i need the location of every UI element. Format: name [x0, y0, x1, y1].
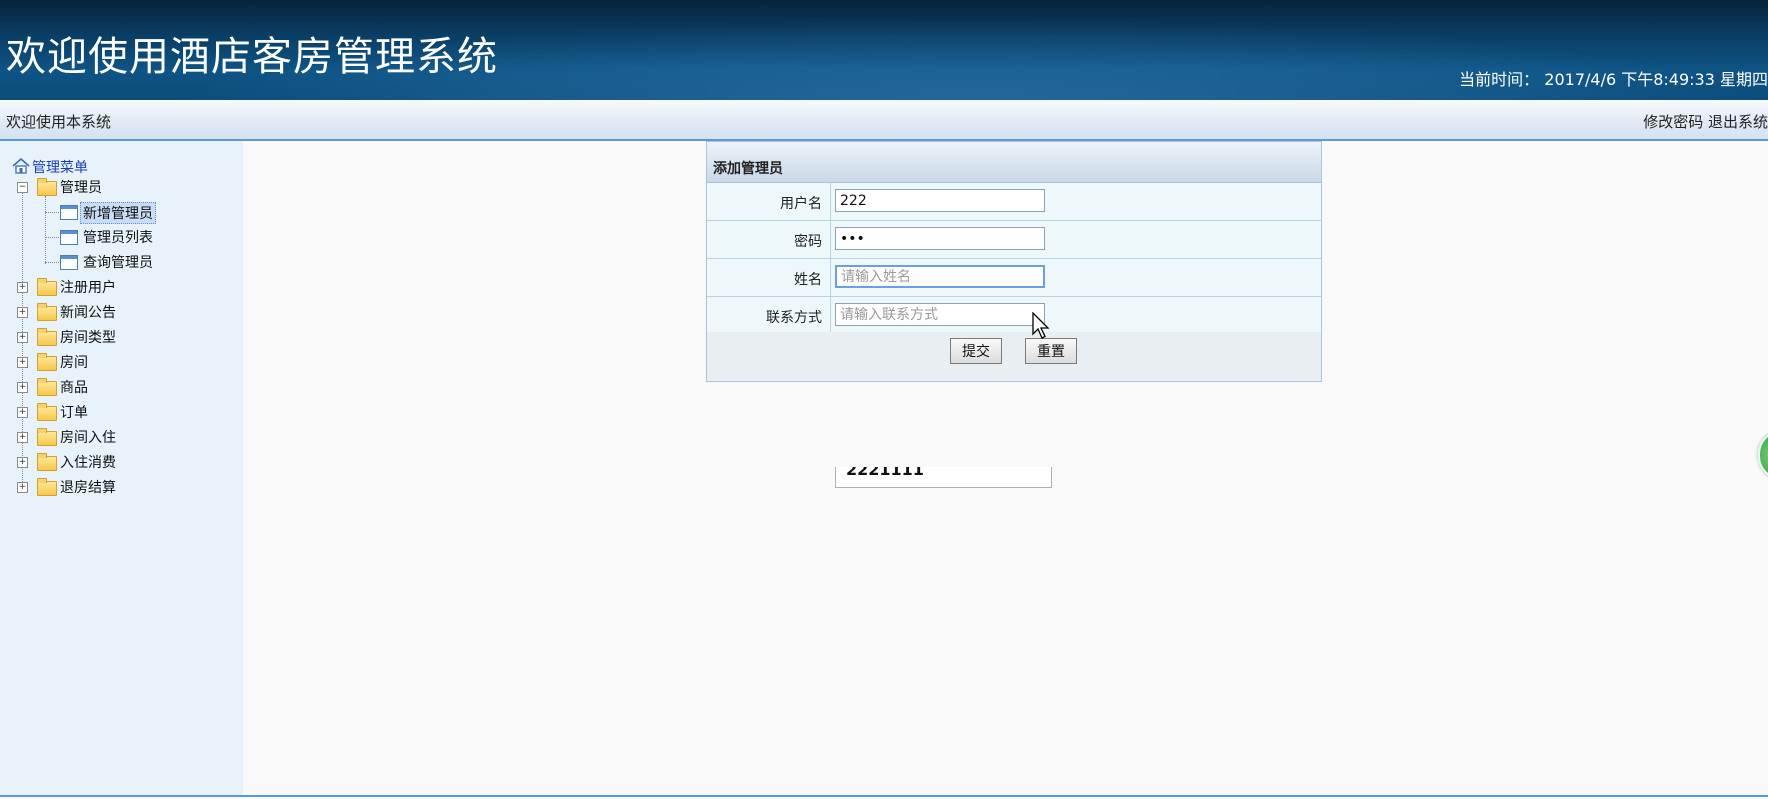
- expand-icon[interactable]: +: [17, 457, 28, 468]
- name-input[interactable]: [835, 265, 1045, 288]
- form-row-username: 用户名: [707, 183, 1321, 221]
- autocomplete-dropdown[interactable]: 2221111: [835, 467, 1052, 488]
- expand-icon[interactable]: +: [17, 407, 28, 418]
- sidebar-group-label: 新闻公告: [60, 305, 116, 321]
- sidebar-group-label: 房间入住: [60, 430, 116, 446]
- form-row-name: 姓名: [707, 259, 1321, 297]
- home-icon: [12, 158, 30, 174]
- folder-icon: [37, 328, 57, 346]
- submit-button[interactable]: 提交: [950, 338, 1002, 364]
- folder-icon: [37, 353, 57, 371]
- sidebar-group-admin[interactable]: − 管理员: [17, 177, 217, 197]
- sidebar-group-label: 房间类型: [60, 330, 116, 346]
- expand-icon[interactable]: +: [17, 357, 28, 368]
- username-input[interactable]: [835, 189, 1045, 212]
- expand-icon[interactable]: +: [17, 482, 28, 493]
- sidebar-menu: 管理菜单 − 管理员 新增管理员 管理员列表 查询管理员 + 注册用户 + 新闻…: [0, 141, 243, 795]
- expand-icon[interactable]: +: [17, 332, 28, 343]
- page-icon: [60, 230, 78, 245]
- app-header: 欢迎使用酒店客房管理系统 当前时间： 2017/4/6 下午8:49:33 星期…: [0, 0, 1768, 100]
- sidebar-group-label: 管理员: [60, 180, 102, 196]
- folder-icon: [37, 178, 57, 196]
- user-links: 修改密码 退出系统: [1643, 111, 1768, 132]
- form-header: 添加管理员: [707, 142, 1321, 183]
- field-label: 姓名: [794, 272, 822, 288]
- form-title: 添加管理员: [713, 161, 783, 177]
- sidebar-group-room-types[interactable]: + 房间类型: [17, 327, 217, 347]
- page-icon: [60, 255, 78, 270]
- sidebar-group-label: 商品: [60, 380, 88, 396]
- add-admin-form: 添加管理员 用户名 密码 姓名 联系方式 提交 重置: [706, 141, 1322, 382]
- sidebar-group-stay-consumption[interactable]: + 入住消费: [17, 452, 217, 472]
- sidebar-item-label: 新增管理员: [80, 202, 156, 224]
- current-time: 当前时间： 2017/4/6 下午8:49:33 星期四: [1459, 66, 1768, 90]
- tree-connector: [45, 262, 59, 263]
- logout-link[interactable]: 退出系统: [1708, 113, 1768, 131]
- sidebar-item-add-admin[interactable]: 新增管理员: [45, 202, 225, 224]
- floating-assistant-icon[interactable]: [1758, 430, 1768, 480]
- label-cell: 用户名: [707, 183, 831, 220]
- password-input[interactable]: [835, 227, 1045, 250]
- sidebar-group-label: 订单: [60, 405, 88, 421]
- folder-icon: [37, 428, 57, 446]
- form-row-contact: 联系方式: [707, 297, 1321, 335]
- sidebar-group-label: 房间: [60, 355, 88, 371]
- folder-icon: [37, 378, 57, 396]
- change-password-link[interactable]: 修改密码: [1643, 113, 1703, 131]
- folder-icon: [37, 453, 57, 471]
- autocomplete-suggestion[interactable]: 2221111: [846, 467, 924, 479]
- sidebar-group-label: 注册用户: [60, 280, 116, 296]
- welcome-text: 欢迎使用本系统: [6, 113, 112, 131]
- mouse-cursor-icon: [1032, 312, 1050, 339]
- folder-icon: [37, 403, 57, 421]
- sidebar-item-query-admin[interactable]: 查询管理员: [45, 252, 225, 272]
- sidebar-group-label: 入住消费: [60, 455, 116, 471]
- sidebar-group-products[interactable]: + 商品: [17, 377, 217, 397]
- sidebar-group-checkout[interactable]: + 退房结算: [17, 477, 217, 497]
- label-cell: 联系方式: [707, 297, 831, 334]
- folder-icon: [37, 478, 57, 496]
- tree-connector: [45, 237, 59, 238]
- expand-icon[interactable]: +: [17, 282, 28, 293]
- sidebar-group-news[interactable]: + 新闻公告: [17, 302, 217, 322]
- time-value: 2017/4/6 下午8:49:33 星期四: [1544, 70, 1768, 89]
- form-row-password: 密码: [707, 221, 1321, 259]
- label-cell: 姓名: [707, 259, 831, 296]
- expand-icon[interactable]: +: [17, 307, 28, 318]
- field-label: 密码: [794, 234, 822, 250]
- folder-icon: [37, 303, 57, 321]
- tree-connector: [45, 212, 59, 213]
- folder-icon: [37, 278, 57, 296]
- sidebar-item-admin-list[interactable]: 管理员列表: [45, 227, 225, 247]
- field-label: 联系方式: [766, 310, 822, 326]
- sidebar-group-rooms[interactable]: + 房间: [17, 352, 217, 372]
- expand-icon[interactable]: +: [17, 382, 28, 393]
- sidebar-group-check-in[interactable]: + 房间入住: [17, 427, 217, 447]
- field-label: 用户名: [780, 196, 822, 212]
- sidebar-group-orders[interactable]: + 订单: [17, 402, 217, 422]
- tree-root-label: 管理菜单: [32, 160, 88, 176]
- sidebar-group-label: 退房结算: [60, 480, 116, 496]
- page-icon: [60, 205, 78, 220]
- form-actions: 提交 重置: [707, 332, 1321, 381]
- sidebar-item-label: 管理员列表: [83, 230, 153, 246]
- reset-button[interactable]: 重置: [1025, 338, 1077, 364]
- expand-icon[interactable]: +: [17, 432, 28, 443]
- sub-header-bar: 欢迎使用本系统 修改密码 退出系统: [0, 100, 1768, 141]
- app-title: 欢迎使用酒店客房管理系统: [6, 34, 498, 80]
- collapse-icon[interactable]: −: [17, 182, 28, 193]
- label-cell: 密码: [707, 221, 831, 258]
- time-label: 当前时间：: [1459, 70, 1540, 89]
- contact-input[interactable]: [835, 303, 1045, 326]
- sidebar-item-label: 查询管理员: [83, 255, 153, 271]
- bottom-border: [0, 795, 1768, 797]
- sidebar-group-registered-users[interactable]: + 注册用户: [17, 277, 217, 297]
